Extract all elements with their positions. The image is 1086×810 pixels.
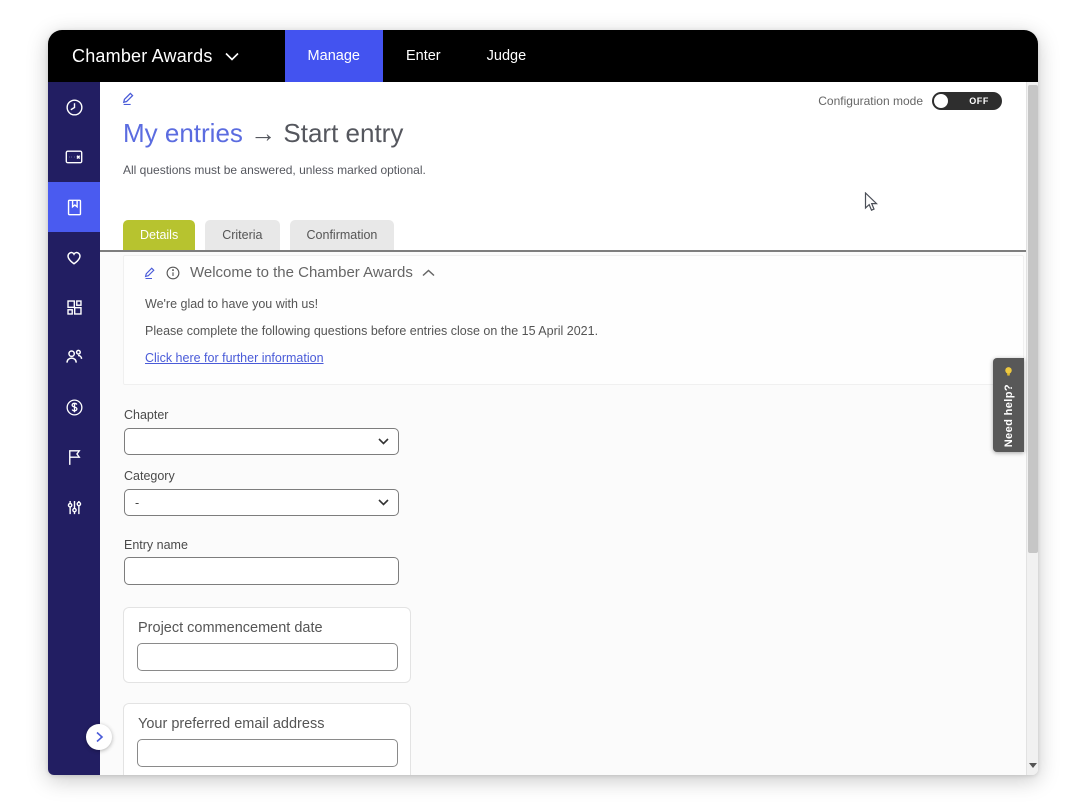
entry-name-label: Entry name: [124, 538, 188, 552]
pencil-icon: [122, 91, 135, 105]
scrollbar-down-button[interactable]: [1027, 759, 1039, 771]
sidebar-item-dashboard[interactable]: [48, 282, 100, 332]
category-select[interactable]: -: [124, 489, 399, 516]
tab-details[interactable]: Details: [123, 220, 195, 250]
need-help-tab[interactable]: Need help?: [993, 358, 1024, 452]
chapter-label: Chapter: [124, 408, 168, 422]
sidebar: [48, 82, 100, 775]
sidebar-item-map[interactable]: [48, 132, 100, 182]
category-label: Category: [124, 469, 175, 483]
map-icon: [63, 146, 85, 168]
brand-menu[interactable]: Chamber Awards: [48, 30, 263, 82]
top-nav: Manage Enter Judge: [285, 30, 550, 82]
category-select-value: -: [135, 496, 139, 510]
welcome-header: Welcome to the Chamber Awards: [144, 264, 435, 281]
chapter-select[interactable]: [124, 428, 399, 455]
need-help-label: Need help?: [1003, 384, 1015, 447]
vertical-scrollbar[interactable]: [1026, 82, 1038, 775]
configuration-mode-control: Configuration mode OFF: [818, 92, 1002, 110]
form-panel: Welcome to the Chamber Awards We're glad…: [100, 252, 1026, 775]
preferred-email-input[interactable]: [137, 739, 398, 767]
nav-manage[interactable]: Manage: [285, 30, 383, 82]
breadcrumb-current: Start entry: [283, 118, 403, 148]
sidebar-item-settings[interactable]: [48, 482, 100, 532]
question-card-commencement-date: Project commencement date: [123, 607, 411, 683]
entry-name-input[interactable]: [124, 557, 399, 585]
main-content: Configuration mode OFF My entries → Star…: [100, 82, 1026, 775]
chevron-up-icon[interactable]: [422, 269, 435, 277]
further-information-link[interactable]: Click here for further information: [145, 351, 324, 365]
breadcrumb-arrow: →: [250, 118, 276, 148]
toggle-knob: [934, 94, 948, 108]
sliders-icon: [64, 497, 85, 518]
top-bar: Chamber Awards Manage Enter Judge: [48, 30, 1038, 82]
flag-icon: [64, 447, 85, 468]
sidebar-item-clock[interactable]: [48, 82, 100, 132]
down-arrow-icon: [1029, 763, 1037, 768]
welcome-line-2: Please complete the following questions …: [145, 324, 598, 338]
toggle-state-label: OFF: [969, 96, 989, 106]
sidebar-item-users[interactable]: [48, 332, 100, 382]
question-card-preferred-email: Your preferred email address: [123, 703, 411, 775]
info-icon: [165, 265, 181, 281]
app-window: Chamber Awards Manage Enter Judge: [48, 30, 1038, 775]
sidebar-item-flags[interactable]: [48, 432, 100, 482]
welcome-card: Welcome to the Chamber Awards We're glad…: [123, 255, 1024, 385]
book-icon: [64, 197, 85, 218]
tab-bar: Details Criteria Confirmation: [123, 220, 394, 250]
sidebar-item-favourites[interactable]: [48, 232, 100, 282]
sidebar-expand-button[interactable]: [86, 724, 112, 750]
tab-confirmation[interactable]: Confirmation: [290, 220, 395, 250]
welcome-line-1: We're glad to have you with us!: [145, 297, 318, 311]
configuration-mode-toggle[interactable]: OFF: [932, 92, 1002, 110]
heart-icon: [63, 246, 85, 268]
commencement-date-label: Project commencement date: [138, 620, 323, 636]
clock-icon: [64, 97, 85, 118]
page-subtitle: All questions must be answered, unless m…: [123, 163, 426, 177]
sidebar-item-payments[interactable]: [48, 382, 100, 432]
nav-judge[interactable]: Judge: [464, 30, 550, 82]
welcome-title: Welcome to the Chamber Awards: [190, 264, 413, 281]
chevron-down-icon: [378, 499, 389, 506]
brand-label: Chamber Awards: [72, 46, 213, 67]
breadcrumb-my-entries[interactable]: My entries: [123, 118, 243, 148]
commencement-date-input[interactable]: [137, 643, 398, 671]
page-title: My entries → Start entry: [123, 118, 403, 149]
scrollbar-thumb[interactable]: [1028, 85, 1038, 553]
configuration-mode-label: Configuration mode: [818, 94, 923, 108]
preferred-email-label: Your preferred email address: [138, 716, 324, 732]
nav-enter[interactable]: Enter: [383, 30, 464, 82]
pencil-icon[interactable]: [144, 266, 156, 279]
dollar-icon: [64, 397, 85, 418]
edit-page-button[interactable]: [122, 91, 135, 110]
users-icon: [63, 346, 85, 368]
sidebar-item-entries[interactable]: [48, 182, 100, 232]
tab-criteria[interactable]: Criteria: [205, 220, 279, 250]
chevron-down-icon: [225, 52, 239, 61]
lightbulb-icon: [1002, 365, 1015, 378]
dashboard-icon: [64, 297, 85, 318]
chevron-down-icon: [378, 438, 389, 445]
chevron-right-icon: [95, 731, 104, 743]
